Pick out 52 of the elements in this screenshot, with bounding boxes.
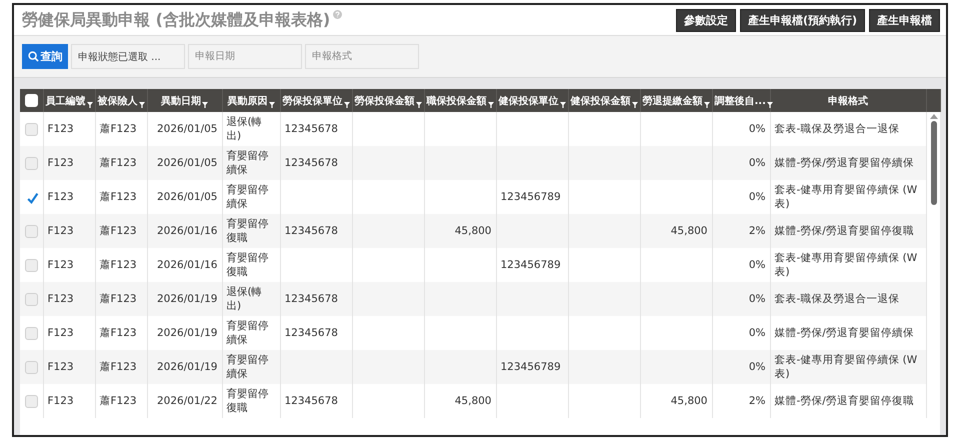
column-header[interactable]: 健保投保金額	[570, 94, 630, 108]
filter-icon[interactable]	[488, 102, 494, 108]
table-cell: 蕭F123	[95, 384, 147, 418]
filter-icon[interactable]	[86, 102, 92, 108]
filter-field[interactable]: 申報格式	[305, 44, 419, 69]
row-checkbox[interactable]	[24, 326, 38, 340]
filter-icon[interactable]	[202, 102, 208, 108]
filter-icon[interactable]	[632, 102, 638, 108]
row-checkbox[interactable]	[24, 360, 38, 374]
row-checkbox[interactable]	[24, 122, 38, 136]
column-header[interactable]: 異動日期	[161, 94, 201, 108]
row-checkbox[interactable]	[24, 224, 38, 238]
search-icon	[28, 51, 38, 62]
filter-icon[interactable]	[560, 102, 566, 108]
search-button[interactable]: 查詢	[22, 44, 68, 69]
filter-icon[interactable]	[416, 102, 422, 108]
column-header[interactable]: 被保險人	[98, 94, 138, 108]
column-header[interactable]: 申報格式	[828, 94, 868, 108]
table-cell: 2%	[712, 384, 770, 418]
row-checkbox[interactable]	[24, 156, 38, 170]
column-header[interactable]: 健保投保單位	[498, 94, 558, 108]
table-cell: 45,800	[640, 384, 712, 418]
table-cell: 2026/01/22	[147, 384, 222, 418]
table-cell: 45,800	[424, 384, 496, 418]
row-checkbox[interactable]	[24, 394, 38, 408]
column-header[interactable]: 調整後自...	[714, 94, 766, 108]
select-all-checkbox[interactable]	[24, 94, 38, 107]
filter-icon[interactable]	[268, 102, 274, 108]
toolbar-button[interactable]: 參數設定	[676, 8, 736, 32]
scroll-up-icon[interactable]	[930, 114, 938, 119]
filter-field[interactable]: 申報日期	[188, 44, 302, 69]
toolbar-button[interactable]: 產生申報檔(預約執行)	[740, 8, 865, 32]
column-header[interactable]: 勞退提繳金額	[642, 94, 702, 108]
filter-icon[interactable]	[344, 102, 350, 108]
filter-icon[interactable]	[704, 102, 710, 108]
filter-field[interactable]: 申報狀態已選取 ...	[71, 44, 185, 69]
column-header[interactable]: 員工編號	[46, 94, 86, 108]
table-cell: F123	[43, 384, 95, 418]
filter-icon[interactable]	[766, 102, 773, 108]
column-header[interactable]: 勞保投保金額	[354, 94, 414, 108]
row-checkbox[interactable]	[24, 258, 38, 272]
filter-icon[interactable]	[138, 102, 144, 108]
page-title: 勞健保局異動申報 (含批次媒體及申報表格)	[22, 10, 330, 30]
table-cell: 媒體-勞保/勞退育嬰留停復職	[770, 384, 926, 418]
row-checkbox[interactable]	[24, 292, 38, 306]
row-checkbox[interactable]	[24, 190, 38, 204]
table-cell: 育嬰留停復職	[222, 384, 280, 418]
toolbar-button[interactable]: 產生申報檔	[869, 8, 940, 32]
column-header[interactable]: 異動原因	[228, 94, 268, 108]
column-header[interactable]: 職保投保金額	[426, 94, 486, 108]
column-header[interactable]: 勞保投保單位	[282, 94, 342, 108]
table-cell: 12345678	[280, 384, 352, 418]
